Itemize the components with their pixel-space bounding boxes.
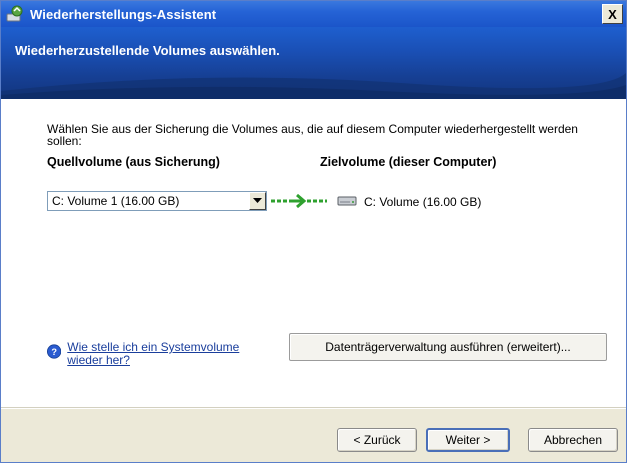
chevron-down-icon — [253, 198, 262, 203]
destination-volume-label: C: Volume (16.00 GB) — [364, 195, 482, 209]
svg-text:?: ? — [51, 347, 57, 357]
wizard-window: Wiederherstellungs-Assistent X Wiederher… — [0, 0, 627, 463]
source-volume-select[interactable]: C: Volume 1 (16.00 GB) — [47, 191, 267, 211]
green-arrow-icon — [271, 193, 327, 209]
source-volume-value: C: Volume 1 (16.00 GB) — [52, 194, 180, 208]
content-area: Wählen Sie aus der Sicherung die Volumes… — [1, 101, 626, 407]
instruction-text: Wählen Sie aus der Sicherung die Volumes… — [47, 122, 578, 148]
title-bar[interactable]: Wiederherstellungs-Assistent X — [1, 1, 626, 27]
help-section: ? Wie stelle ich ein Systemvolume wieder… — [47, 341, 267, 367]
close-button[interactable]: X — [602, 4, 623, 24]
help-link[interactable]: Wie stelle ich ein Systemvolume wieder h… — [67, 341, 267, 367]
hard-drive-icon — [337, 196, 357, 206]
source-column-header: Quellvolume (aus Sicherung) — [47, 155, 220, 169]
help-icon: ? — [47, 344, 62, 359]
cancel-button[interactable]: Abbrechen — [528, 428, 618, 452]
footer-separator — [1, 407, 626, 409]
help-link-text: Wie stelle ich ein Systemvolume wieder h… — [67, 340, 240, 367]
banner-decoration — [1, 73, 626, 99]
page-title: Wiederherzustellende Volumes auswählen. — [15, 43, 280, 58]
back-button[interactable]: < Zurück — [337, 428, 417, 452]
dropdown-button[interactable] — [249, 192, 266, 210]
destination-column-header: Zielvolume (dieser Computer) — [320, 155, 497, 169]
next-button[interactable]: Weiter > — [426, 428, 510, 452]
close-icon: X — [608, 6, 617, 22]
header-banner: Wiederherzustellende Volumes auswählen. — [1, 27, 626, 99]
backup-wizard-icon — [6, 5, 23, 22]
disk-management-button[interactable]: Datenträgerverwaltung ausführen (erweite… — [289, 333, 607, 361]
window-title: Wiederherstellungs-Assistent — [30, 6, 217, 22]
